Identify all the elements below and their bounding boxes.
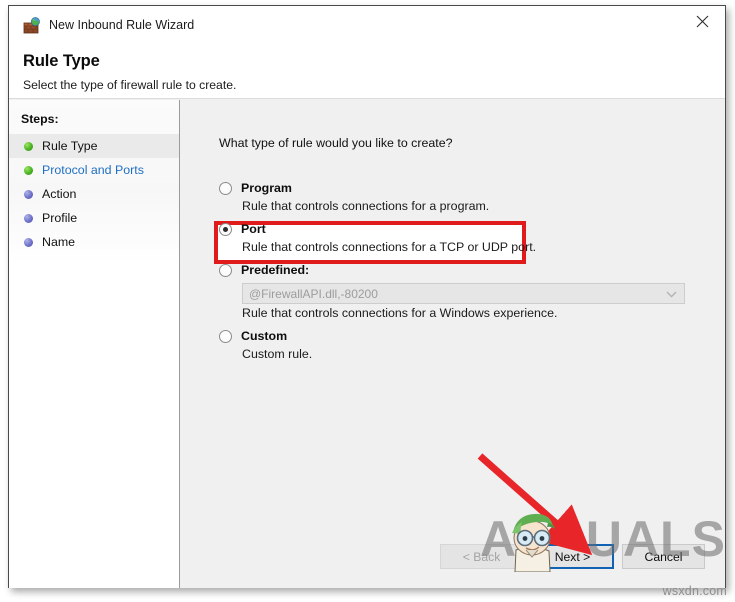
- content-panel: What type of rule would you like to crea…: [181, 100, 725, 588]
- sidebar-item-rule-type[interactable]: Rule Type: [9, 134, 179, 158]
- option-predefined[interactable]: Predefined: @FirewallAPI.dll,-80200 Rule…: [219, 261, 689, 320]
- window-title: New Inbound Rule Wizard: [49, 18, 195, 32]
- step-bullet-icon: [24, 213, 33, 223]
- sidebar-item-label: Profile: [42, 211, 78, 225]
- radio-button-custom-icon[interactable]: [219, 329, 232, 343]
- option-custom-head[interactable]: Custom: [219, 327, 689, 345]
- cancel-button[interactable]: Cancel: [622, 544, 705, 569]
- option-custom[interactable]: Custom Custom rule.: [219, 327, 689, 361]
- radio-button-port-icon[interactable]: [219, 222, 232, 236]
- page-title: Rule Type: [23, 52, 100, 70]
- sidebar-item-name[interactable]: Name: [9, 230, 179, 254]
- steps-list: Rule Type Protocol and Ports Action Prof…: [9, 134, 179, 254]
- step-bullet-icon: [24, 141, 33, 151]
- next-button[interactable]: Next >: [531, 544, 614, 569]
- option-custom-description: Custom rule.: [242, 347, 313, 361]
- option-program[interactable]: Program Rule that controls connections f…: [219, 179, 689, 213]
- rule-type-options: Program Rule that controls connections f…: [219, 179, 689, 368]
- wizard-dialog: New Inbound Rule Wizard Rule Type Select…: [8, 5, 726, 588]
- sidebar-item-profile[interactable]: Profile: [9, 206, 179, 230]
- footer-bar: < Back Next > Cancel: [353, 530, 725, 588]
- sidebar-item-label: Protocol and Ports: [42, 163, 144, 177]
- header-band: Rule Type Select the type of firewall ru…: [9, 47, 725, 99]
- option-port-title: Port: [241, 222, 266, 236]
- option-port-description: Rule that controls connections for a TCP…: [242, 240, 537, 254]
- sidebar-item-label: Action: [42, 187, 77, 201]
- step-bullet-icon: [24, 189, 33, 199]
- radio-button-program-icon[interactable]: [219, 181, 232, 195]
- steps-sidebar: Steps: Rule Type Protocol and Ports Acti…: [9, 100, 180, 588]
- option-port-head[interactable]: Port: [219, 220, 689, 238]
- sidebar-item-label: Rule Type: [42, 139, 98, 153]
- option-program-description: Rule that controls connections for a pro…: [242, 199, 490, 213]
- sidebar-item-protocol-and-ports[interactable]: Protocol and Ports: [9, 158, 179, 182]
- title-bar: New Inbound Rule Wizard: [9, 6, 725, 47]
- option-predefined-title: Predefined:: [241, 263, 310, 277]
- firewall-brick-globe-icon: [23, 17, 41, 35]
- close-icon[interactable]: [679, 6, 725, 37]
- option-custom-title: Custom: [241, 329, 288, 343]
- radio-button-predefined-icon[interactable]: [219, 263, 232, 277]
- step-bullet-icon: [24, 237, 33, 247]
- predefined-rule-dropdown-value: @FirewallAPI.dll,-80200: [249, 286, 378, 301]
- step-bullet-icon: [24, 165, 33, 175]
- option-predefined-head[interactable]: Predefined:: [219, 261, 689, 279]
- sidebar-item-action[interactable]: Action: [9, 182, 179, 206]
- rule-type-question: What type of rule would you like to crea…: [219, 136, 453, 150]
- chevron-down-icon: [666, 285, 677, 303]
- predefined-rule-dropdown[interactable]: @FirewallAPI.dll,-80200: [242, 283, 685, 304]
- option-predefined-description: Rule that controls connections for a Win…: [242, 306, 558, 320]
- sidebar-item-label: Name: [42, 235, 76, 249]
- site-credit-text: wsxdn.com: [662, 584, 727, 598]
- option-program-title: Program: [241, 181, 292, 195]
- steps-heading: Steps:: [21, 112, 59, 126]
- option-port[interactable]: Port Rule that controls connections for …: [219, 220, 689, 254]
- wizard-button-row: < Back Next > Cancel: [432, 544, 705, 569]
- back-button[interactable]: < Back: [440, 544, 523, 569]
- dialog-body: Steps: Rule Type Protocol and Ports Acti…: [9, 100, 725, 588]
- page-subtitle: Select the type of firewall rule to crea…: [23, 78, 237, 92]
- option-program-head[interactable]: Program: [219, 179, 689, 197]
